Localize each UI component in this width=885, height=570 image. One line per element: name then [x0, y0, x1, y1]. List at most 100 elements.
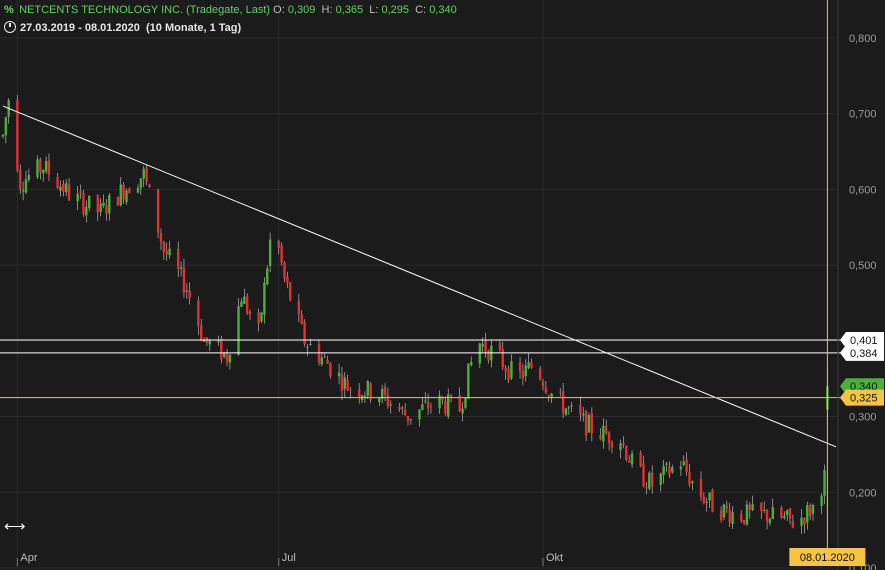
candle-body: [650, 472, 654, 487]
candle-body: [481, 343, 484, 347]
candle-body: [217, 341, 220, 343]
candle-body: [182, 267, 186, 293]
candle-body: [102, 202, 105, 206]
candle-body: [225, 352, 229, 362]
candle-body: [607, 432, 611, 444]
y-tick-label: 0,300: [849, 412, 877, 424]
candle-body: [648, 472, 651, 489]
candle-body: [599, 435, 602, 440]
candle-body: [668, 466, 671, 475]
candle-body: [424, 400, 427, 402]
candle-body: [378, 397, 381, 403]
candle-body: [610, 442, 614, 448]
price-chart[interactable]: 0,8000,7000,6000,5000,4000,3000,2000,100…: [0, 0, 885, 570]
candle-body: [740, 513, 743, 521]
candle-body: [116, 197, 120, 206]
y-tick-label: 0,700: [849, 109, 877, 121]
crosshair-date-label: 08.01.2020: [800, 552, 855, 564]
x-tick-label: Jul: [282, 552, 296, 564]
candle-body: [309, 343, 312, 346]
candle-body: [803, 518, 806, 525]
candle-body: [671, 467, 674, 473]
candle-body: [56, 177, 59, 189]
candle-body: [570, 405, 573, 407]
candle-body: [645, 487, 648, 489]
low-value: 0,295: [381, 4, 409, 16]
candle-body: [507, 368, 510, 381]
candle-body: [699, 478, 703, 497]
candle-body: [742, 520, 746, 524]
candle-body: [343, 377, 347, 389]
candle-body: [811, 504, 815, 514]
candle-body: [1, 134, 5, 137]
hline-price-label: 0,401: [850, 335, 878, 347]
candle-body: [283, 262, 286, 279]
resize-arrows-icon[interactable]: ⟷: [4, 518, 26, 536]
candle-body: [518, 362, 522, 372]
candle-body: [268, 239, 272, 266]
high-value: 0,365: [335, 4, 364, 16]
candle-body: [349, 389, 352, 391]
candle-body: [245, 296, 249, 314]
candle-body: [590, 413, 594, 433]
candle-body: [323, 356, 326, 358]
candle-body: [679, 466, 683, 470]
candle-body: [426, 401, 430, 409]
candle-body: [240, 301, 243, 307]
candle-body: [682, 461, 685, 465]
candle-body: [197, 300, 200, 327]
candle-body: [87, 195, 91, 209]
candle-body: [619, 443, 622, 451]
candle-body: [762, 509, 766, 511]
candle-body: [823, 469, 826, 496]
candle-body: [136, 187, 140, 193]
clock-icon[interactable]: [4, 21, 16, 33]
candle-body: [530, 362, 533, 368]
candle-body: [800, 517, 803, 526]
crosshair-price-label: 0,325: [850, 393, 878, 405]
candle-body: [728, 509, 731, 523]
candle-body: [19, 169, 22, 190]
candle-body: [165, 250, 168, 255]
x-tick-label: Apr: [20, 552, 37, 564]
candle-body: [524, 365, 527, 377]
candle-body: [725, 505, 729, 509]
candle-body: [76, 193, 79, 202]
candle-body: [357, 389, 361, 398]
candle-body: [177, 248, 180, 269]
candle-body: [119, 184, 122, 206]
candle-body: [444, 401, 447, 414]
candle-body: [487, 350, 490, 361]
open-label: O:: [273, 4, 285, 16]
candle-body: [547, 395, 550, 397]
candle-body: [4, 117, 8, 136]
candle-body: [139, 178, 143, 189]
high-label: H:: [321, 4, 333, 16]
candle-body: [567, 407, 571, 409]
candle-body: [688, 471, 691, 485]
candle-body: [579, 404, 582, 415]
candle-body: [748, 504, 752, 510]
y-tick-label: 0,600: [849, 184, 877, 196]
candle-body: [346, 380, 349, 391]
candle-body: [142, 168, 145, 179]
candle-body: [257, 312, 260, 324]
candle-body: [105, 205, 108, 215]
candle-body: [559, 391, 562, 393]
candle-body: [85, 206, 88, 216]
candle-body: [662, 465, 665, 475]
candle-body: [751, 504, 754, 511]
candle-body: [260, 312, 263, 322]
low-label: L:: [369, 4, 379, 16]
candle-body: [317, 344, 321, 363]
y-tick-label: 0,500: [849, 260, 877, 272]
candle-body: [806, 505, 809, 523]
candle-body: [148, 184, 151, 188]
hline-price-label: 0,384: [850, 348, 878, 360]
candle-body: [39, 159, 42, 173]
candle-body: [625, 446, 628, 460]
candle-body: [705, 501, 708, 503]
candle-body: [337, 372, 341, 377]
chart-type-icon[interactable]: %: [4, 4, 16, 16]
candle-body: [286, 276, 289, 284]
